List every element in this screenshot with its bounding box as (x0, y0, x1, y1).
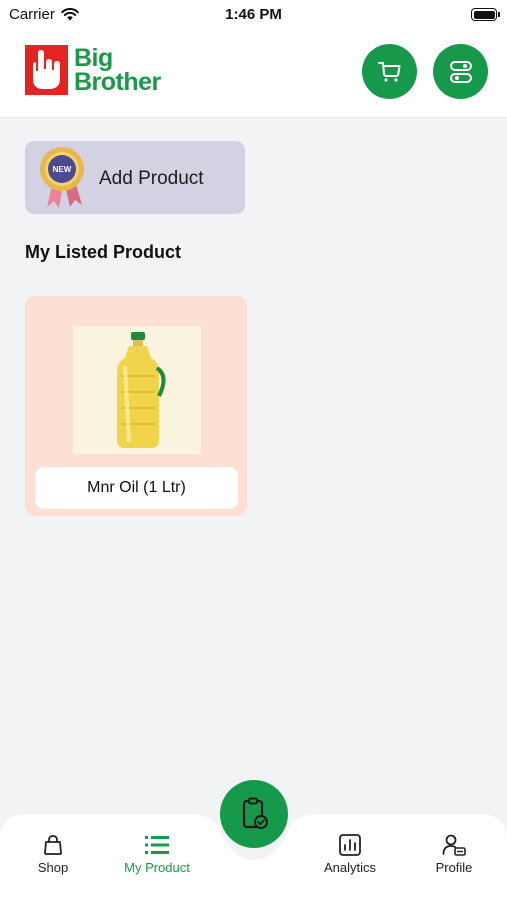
profile-icon (442, 834, 466, 856)
cart-icon (377, 61, 400, 82)
clipboard-check-icon (242, 797, 268, 829)
bottom-navigation: Shop My Product Analytics Profile (0, 780, 507, 900)
battery-icon (471, 8, 500, 21)
status-bar: Carrier 1:46 PM (0, 0, 507, 30)
cart-button[interactable] (362, 44, 417, 99)
badge-text: NEW (53, 165, 72, 174)
product-card[interactable]: Mnr Oil (1 Ltr) (25, 296, 247, 516)
bag-icon (44, 835, 62, 855)
hand-logo-icon (25, 45, 68, 95)
product-name: Mnr Oil (1 Ltr) (35, 467, 238, 509)
section-title: My Listed Product (25, 242, 182, 262)
nav-label-shop: Shop (37, 860, 69, 875)
list-icon (145, 836, 169, 854)
nav-label-profile: Profile (435, 860, 473, 875)
status-time: 1:46 PM (225, 6, 282, 23)
oil-bottle-icon (117, 332, 166, 448)
product-image (73, 326, 201, 454)
logo-line-2: Brother (74, 68, 161, 96)
nav-item-shop[interactable]: Shop (8, 834, 98, 880)
nav-item-profile[interactable]: Profile (409, 834, 499, 880)
toggle-icon (449, 60, 472, 83)
chart-icon (339, 834, 361, 856)
nav-item-my-product[interactable]: My Product (112, 834, 202, 880)
app-logo: Big Brother (25, 45, 161, 95)
app-header: Big Brother (0, 30, 507, 118)
logo-wordmark: Big Brother (74, 44, 161, 96)
logo-line-1: Big (74, 44, 113, 72)
order-action-button[interactable] (220, 780, 288, 848)
add-product-button[interactable]: NEW Add Product (25, 141, 245, 214)
nav-label-my-product: My Product (124, 860, 190, 875)
nav-item-analytics[interactable]: Analytics (305, 834, 395, 880)
settings-toggle-button[interactable] (433, 44, 488, 99)
nav-label-analytics: Analytics (323, 860, 377, 875)
add-product-label: Add Product (99, 168, 204, 189)
new-badge-icon: NEW (40, 147, 84, 208)
